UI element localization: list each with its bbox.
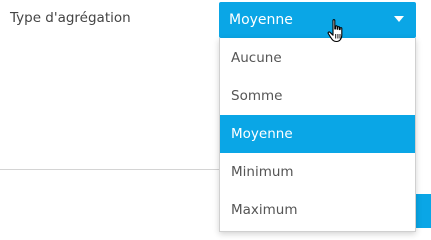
option-maximum[interactable]: Maximum bbox=[220, 191, 415, 229]
chevron-down-icon[interactable] bbox=[394, 16, 404, 22]
option-aucune[interactable]: Aucune bbox=[220, 39, 415, 77]
option-somme[interactable]: Somme bbox=[220, 77, 415, 115]
aggregation-options-menu: Aucune Somme Moyenne Minimum Maximum bbox=[219, 38, 416, 232]
aggregation-type-select[interactable]: Moyenne bbox=[219, 2, 416, 38]
select-value: Moyenne bbox=[229, 12, 293, 28]
option-moyenne[interactable]: Moyenne bbox=[220, 115, 415, 153]
aggregation-type-label: Type d'agrégation bbox=[10, 10, 131, 26]
hand-pointer-icon bbox=[327, 19, 343, 43]
divider bbox=[0, 169, 219, 170]
option-minimum[interactable]: Minimum bbox=[220, 153, 415, 191]
